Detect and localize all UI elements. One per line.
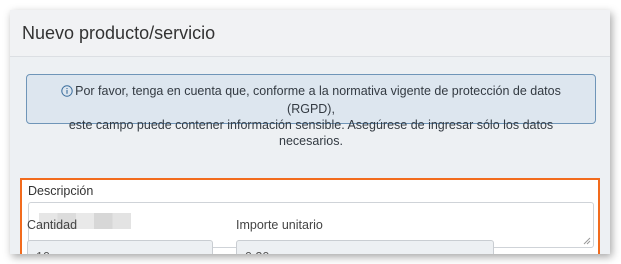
dialog-header: Nuevo producto/servicio (10, 10, 610, 57)
info-circle-icon (61, 85, 73, 101)
description-label: Descripción (28, 184, 94, 198)
quantity-label: Cantidad (27, 218, 78, 232)
dialog-body: Por favor, tenga en cuenta que, conforme… (10, 57, 610, 254)
new-product-dialog: Nuevo producto/servicio Por favor, tenga… (10, 10, 610, 254)
unit-price-input[interactable]: 0.20 (236, 240, 494, 254)
gdpr-notice: Por favor, tenga en cuenta que, conforme… (26, 74, 596, 148)
quantity-input[interactable]: 10 (27, 240, 213, 254)
unit-price-label: Importe unitario (236, 218, 323, 232)
notice-line-1: Por favor, tenga en cuenta que, conforme… (75, 84, 561, 116)
resize-grip-icon[interactable] (583, 237, 591, 245)
dialog-title: Nuevo producto/servicio (22, 23, 216, 43)
notice-line-2: este campo puede contener información se… (68, 118, 554, 148)
